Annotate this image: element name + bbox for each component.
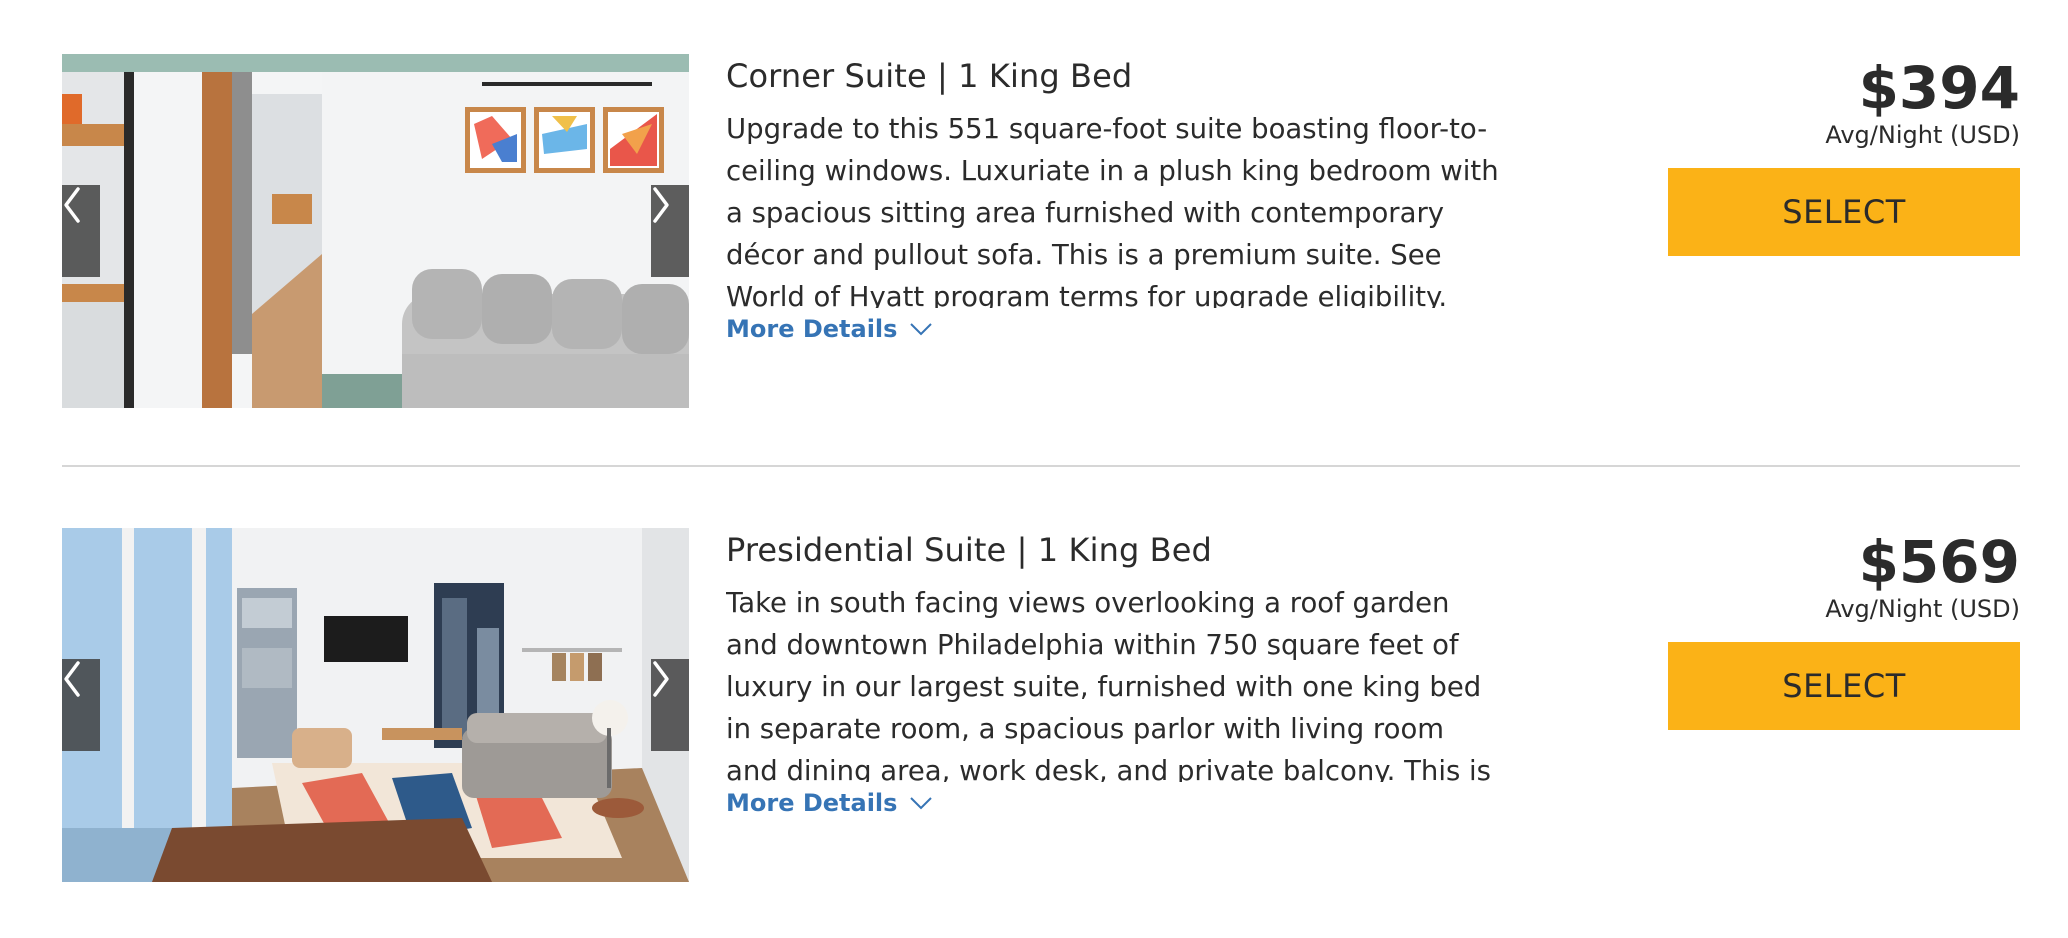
room-card: Presidential Suite | 1 King Bed Take in … (62, 528, 2020, 882)
chevron-right-icon (653, 187, 669, 223)
room-description: Upgrade to this 551 square-foot suite bo… (726, 113, 1499, 308)
chevron-right-icon (653, 661, 669, 697)
next-photo-button[interactable] (651, 659, 689, 751)
room-photo-carousel[interactable] (62, 54, 689, 408)
price-unit: Avg/Night (USD) (1825, 121, 2020, 149)
prev-photo-button[interactable] (62, 659, 100, 751)
room-description: Take in south facing views overlooking a… (726, 587, 1491, 782)
room-photo (62, 528, 689, 882)
room-divider (62, 465, 2020, 467)
room-photo-carousel[interactable] (62, 528, 689, 882)
room-info: Corner Suite | 1 King Bed Upgrade to thi… (726, 54, 1556, 346)
select-room-button[interactable]: SELECT (1668, 642, 2020, 730)
chevron-down-icon (910, 797, 933, 810)
room-price: $394 (1858, 54, 2020, 122)
more-details-label: More Details (726, 789, 898, 817)
chevron-left-icon (64, 187, 80, 223)
room-photo (62, 54, 689, 408)
room-title: Presidential Suite | 1 King Bed (726, 531, 1212, 569)
chevron-down-icon (910, 323, 933, 336)
room-description-container: Upgrade to this 551 square-foot suite bo… (726, 108, 1556, 308)
room-title: Corner Suite | 1 King Bed (726, 57, 1133, 95)
next-photo-button[interactable] (651, 185, 689, 277)
rate-panel: $394 Avg/Night (USD) SELECT (1660, 54, 2020, 256)
room-price: $569 (1858, 528, 2020, 596)
more-details-link[interactable]: More Details (726, 312, 933, 346)
more-details-label: More Details (726, 315, 898, 343)
prev-photo-button[interactable] (62, 185, 100, 277)
select-room-button[interactable]: SELECT (1668, 168, 2020, 256)
room-info: Presidential Suite | 1 King Bed Take in … (726, 528, 1556, 820)
room-description-container: Take in south facing views overlooking a… (726, 582, 1556, 782)
price-unit: Avg/Night (USD) (1825, 595, 2020, 623)
more-details-link[interactable]: More Details (726, 786, 933, 820)
room-card: Corner Suite | 1 King Bed Upgrade to thi… (62, 54, 2020, 408)
chevron-left-icon (64, 661, 80, 697)
rate-panel: $569 Avg/Night (USD) SELECT (1660, 528, 2020, 730)
